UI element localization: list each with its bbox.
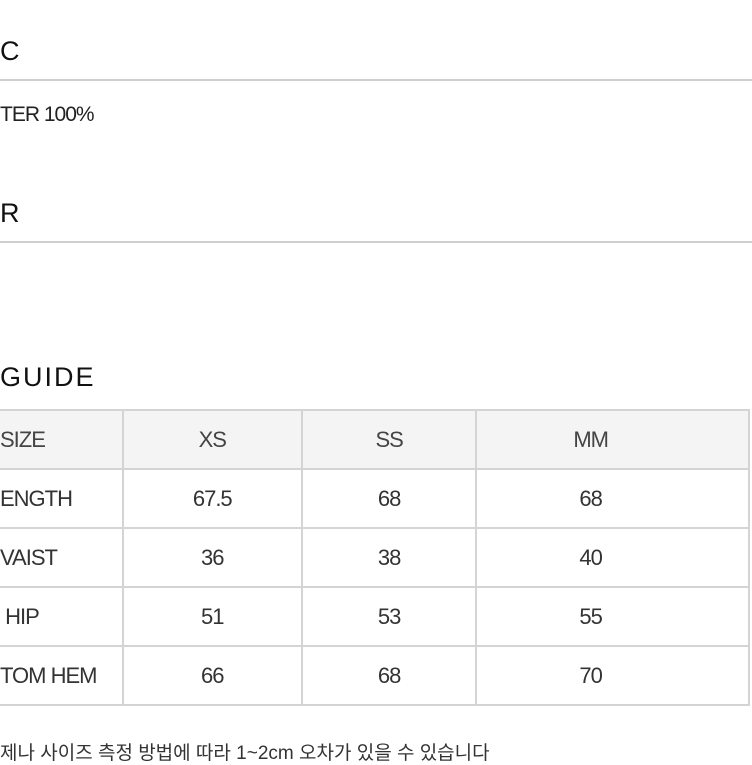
cell: 53 xyxy=(300,586,478,647)
divider xyxy=(0,241,752,243)
section-title-color: R xyxy=(0,198,22,228)
table-row: HIP 51 53 55 xyxy=(0,586,750,647)
cell: 68 xyxy=(300,645,478,706)
cell: 67.5 xyxy=(121,468,303,529)
cell: 68 xyxy=(475,468,750,529)
cell: 70 xyxy=(475,645,750,706)
row-label: TOM HEM xyxy=(0,645,124,706)
header-cell: XS xyxy=(121,409,303,470)
table-row: TOM HEM 66 68 70 xyxy=(0,645,750,706)
cell: 68 xyxy=(300,468,478,529)
row-label: HIP xyxy=(0,586,124,647)
cell: 55 xyxy=(475,586,750,647)
cell: 36 xyxy=(121,527,303,588)
row-label: ENGTH xyxy=(0,468,124,529)
header-cell: SS xyxy=(300,409,478,470)
cell: 40 xyxy=(475,527,750,588)
cell: 51 xyxy=(121,586,303,647)
row-label: VAIST xyxy=(0,527,124,588)
size-guide-title: GUIDE xyxy=(0,362,96,392)
cell: 66 xyxy=(121,645,303,706)
header-cell: SIZE xyxy=(0,409,124,470)
fabric-content: TER 100% xyxy=(0,103,95,126)
table-row: ENGTH 67.5 68 68 xyxy=(0,468,750,529)
divider xyxy=(0,79,752,81)
header-cell: MM xyxy=(475,409,750,470)
section-title-fabric: C xyxy=(0,36,22,66)
cell: 38 xyxy=(300,527,478,588)
table-header-row: SIZE XS SS MM xyxy=(0,409,750,470)
size-table: SIZE XS SS MM ENGTH 67.5 68 68 VAIST 36 … xyxy=(0,409,750,706)
table-row: VAIST 36 38 40 xyxy=(0,527,750,588)
